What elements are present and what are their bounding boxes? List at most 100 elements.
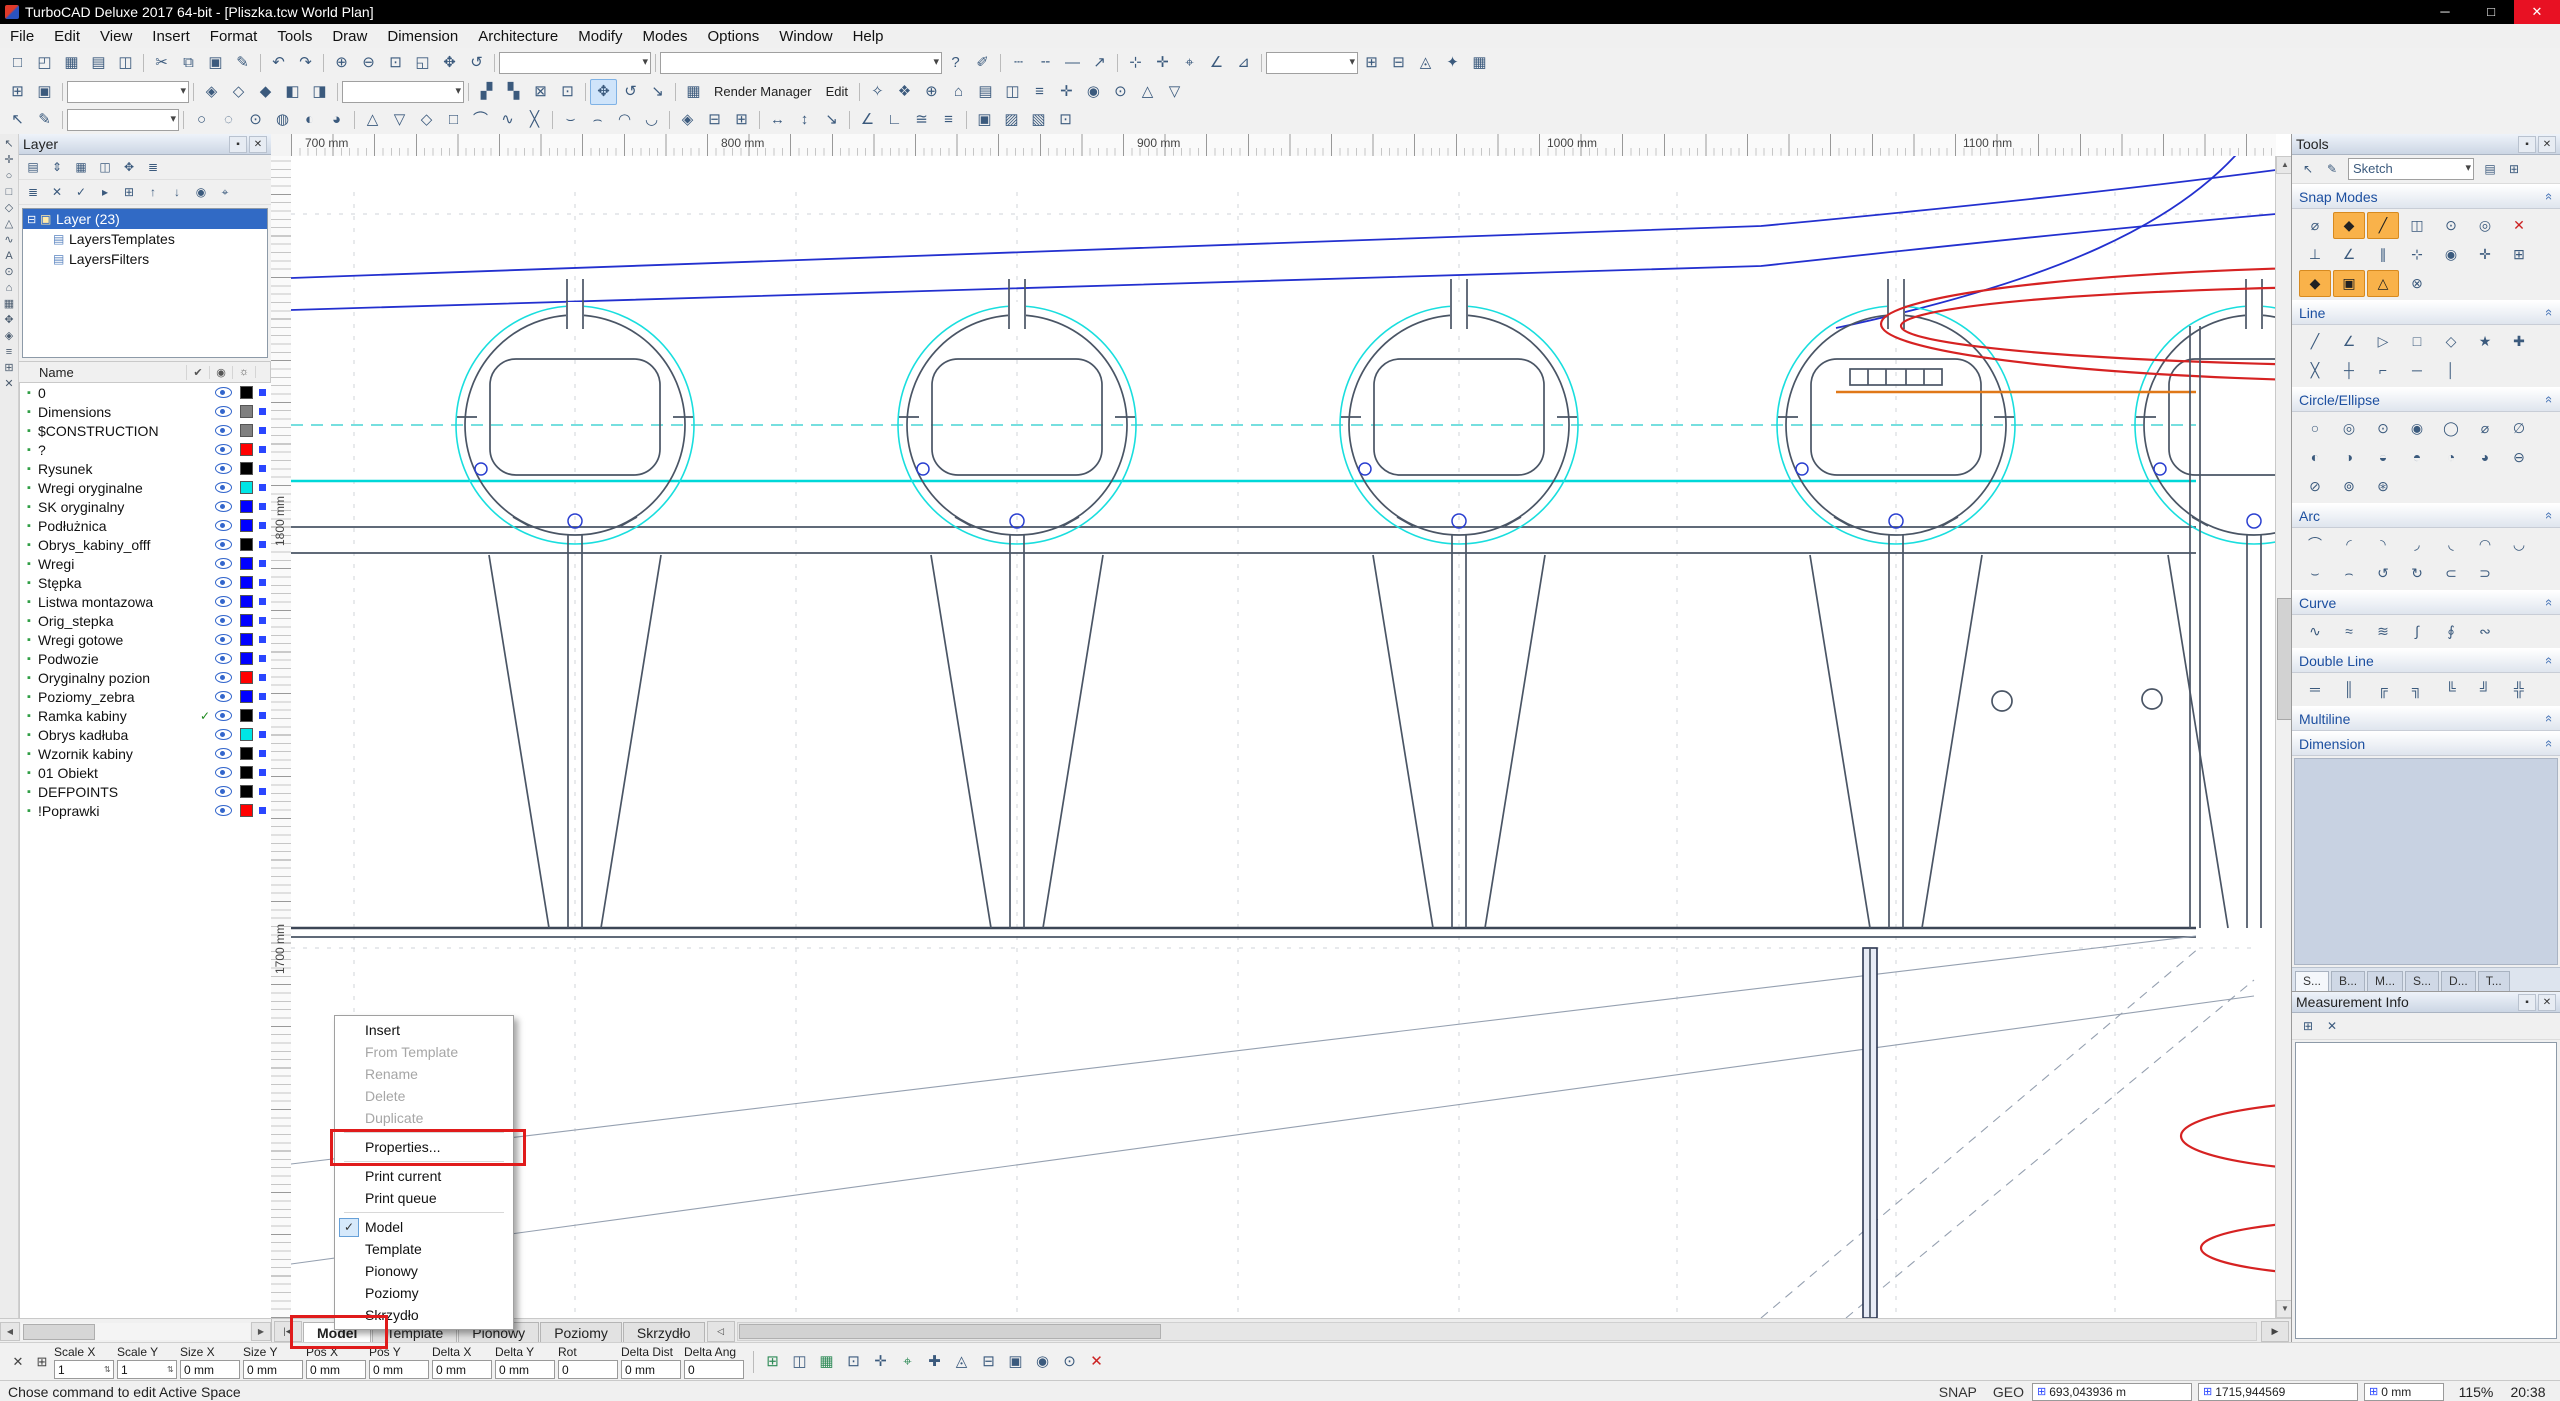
layer-row[interactable]: ▪ 0: [20, 383, 271, 402]
eye-icon[interactable]: [215, 786, 232, 797]
double-corner2-tool-icon[interactable]: ╗: [2401, 676, 2433, 703]
subtract-icon[interactable]: ⊟: [701, 107, 728, 133]
layer-row[interactable]: ▪ Podłużnica: [20, 516, 271, 535]
eye-icon[interactable]: [215, 634, 232, 645]
v-line-tool-icon[interactable]: │: [2435, 357, 2467, 384]
frame-snap-icon[interactable]: ▣: [2333, 270, 2365, 297]
palette-tab-drafting[interactable]: D...: [2441, 971, 2476, 991]
sheet-icon[interactable]: ▤: [972, 79, 999, 105]
expander-icon[interactable]: ⊟: [27, 213, 40, 226]
menu-item[interactable]: File: [0, 25, 44, 48]
midpoint-snap-icon[interactable]: ◫: [2401, 212, 2433, 239]
menu-item[interactable]: Draw: [322, 25, 377, 48]
dot-icon[interactable]: ⊙: [1056, 1349, 1083, 1375]
circle-icon[interactable]: ◉: [1029, 1349, 1056, 1375]
rotated-rect-tool-icon[interactable]: ◇: [2435, 328, 2467, 355]
context-menu-item[interactable]: Insert: [335, 1019, 513, 1041]
palette-icon[interactable]: ▤: [2478, 158, 2502, 180]
model-space-viewport[interactable]: [291, 156, 2276, 1318]
layer-color-swatch[interactable]: [240, 728, 253, 741]
grid-off-icon[interactable]: ⊟: [1385, 50, 1412, 76]
eye-icon[interactable]: [215, 558, 232, 569]
field-input[interactable]: 0 mm: [180, 1360, 240, 1379]
pattern2-icon[interactable]: ▚: [500, 79, 527, 105]
context-menu-item[interactable]: [335, 1209, 513, 1216]
chevron-up-icon[interactable]: «: [2542, 396, 2557, 403]
separator[interactable]: [319, 51, 328, 75]
h-line-tool-icon[interactable]: ─: [2401, 357, 2433, 384]
dock-move-icon[interactable]: ✥: [1, 312, 17, 328]
corner-line-tool-icon[interactable]: ⌐: [2367, 357, 2399, 384]
apex-snap-icon[interactable]: △: [2367, 270, 2399, 297]
snap-grid-icon[interactable]: ⊹: [1122, 50, 1149, 76]
edit-label[interactable]: Edit: [819, 79, 855, 105]
pen-color-combo[interactable]: [342, 81, 464, 103]
separator[interactable]: [58, 80, 67, 104]
scrollbar-track[interactable]: [21, 1323, 250, 1340]
separator[interactable]: [256, 51, 265, 75]
layer-color-swatch[interactable]: [240, 462, 253, 475]
coordinate-x-field[interactable]: ⊞ 693,043936 m: [2032, 1383, 2192, 1401]
select-arrow-icon[interactable]: ↖: [2296, 158, 2320, 180]
axis-line-tool-icon[interactable]: ┼: [2333, 357, 2365, 384]
print-icon[interactable]: ▤: [85, 50, 112, 76]
circle-tangent-tool-icon[interactable]: ◉: [2401, 415, 2433, 442]
grid-on-icon[interactable]: ⊞: [1358, 50, 1385, 76]
eye-icon[interactable]: [215, 539, 232, 550]
erase-icon[interactable]: ⊠: [527, 79, 554, 105]
target-icon[interactable]: ◉: [1080, 79, 1107, 105]
layer-row[interactable]: ▪ Wregi: [20, 554, 271, 573]
lower-arc-icon[interactable]: ◡: [638, 107, 665, 133]
eye-icon[interactable]: [215, 501, 232, 512]
ucs-icon[interactable]: ✛: [1053, 79, 1080, 105]
layer-color-swatch[interactable]: [240, 614, 253, 627]
separator[interactable]: [139, 51, 148, 75]
line-tool-icon[interactable]: ╱: [2299, 328, 2331, 355]
layer-color-swatch[interactable]: [240, 576, 253, 589]
layer-row[interactable]: ▪ Oryginalny pozion: [20, 668, 271, 687]
context-menu-item[interactable]: Delete: [335, 1085, 513, 1107]
measure-clear-icon[interactable]: ✕: [2320, 1015, 2344, 1037]
layer-row[interactable]: ▪ SK oryginalny: [20, 497, 271, 516]
zoom-out-icon[interactable]: ⊖: [355, 50, 382, 76]
collapse-icon[interactable]: ⊟: [975, 1349, 1002, 1375]
big-circle-tool-icon[interactable]: ◯: [2435, 415, 2467, 442]
rosette-tool-icon[interactable]: ⊛: [2367, 473, 2399, 500]
home-view-icon[interactable]: ⌂: [945, 79, 972, 105]
menu-item[interactable]: Modes: [632, 25, 697, 48]
palette-tab-tools[interactable]: T...: [2478, 971, 2510, 991]
pin-icon[interactable]: ▪: [2518, 994, 2536, 1011]
close-icon[interactable]: ✕: [2538, 136, 2556, 153]
delete-layer-icon[interactable]: ✕: [45, 181, 69, 203]
down-plane-icon[interactable]: ▽: [1161, 79, 1188, 105]
snap-toggle-icon[interactable]: ▦: [813, 1349, 840, 1375]
box-select-icon[interactable]: ⊡: [554, 79, 581, 105]
fill-icon[interactable]: ▣: [1002, 1349, 1029, 1375]
double-cross-tool-icon[interactable]: ╬: [2503, 676, 2535, 703]
ring-tool-icon[interactable]: ⊚: [2333, 473, 2365, 500]
column-header-eye-icon[interactable]: ◉: [210, 366, 233, 379]
pan-icon[interactable]: ✥: [436, 50, 463, 76]
context-menu-item[interactable]: Print queue: [335, 1187, 513, 1209]
double-line-tool-icon[interactable]: ═: [2299, 676, 2331, 703]
dock-point-icon[interactable]: ⊙: [1, 264, 17, 280]
polyline-tool-icon[interactable]: ∠: [2333, 328, 2365, 355]
separator[interactable]: [1113, 51, 1122, 75]
hatch-fill-icon[interactable]: ▨: [998, 107, 1025, 133]
layer-color-swatch[interactable]: [240, 424, 253, 437]
ellipse-tool-icon[interactable]: ◐: [2299, 444, 2331, 471]
dock-circle-icon[interactable]: ○: [1, 168, 17, 184]
cut-icon[interactable]: ✂: [148, 50, 175, 76]
render-manager-label[interactable]: Render Manager: [707, 79, 819, 105]
separator[interactable]: [755, 108, 764, 132]
dock-select-icon[interactable]: ↖: [1, 136, 17, 152]
chord-tool-icon[interactable]: ⊖: [2503, 444, 2535, 471]
maximize-button[interactable]: □: [2468, 0, 2514, 24]
eye-icon[interactable]: [215, 444, 232, 455]
sheet-tab[interactable]: Poziomy: [540, 1322, 622, 1343]
new-layer-icon[interactable]: ▤: [21, 156, 45, 178]
layer-active-check[interactable]: ✓: [195, 709, 215, 723]
paste-icon[interactable]: ▣: [202, 50, 229, 76]
eye-icon[interactable]: [215, 691, 232, 702]
plane-icon[interactable]: ◬: [948, 1349, 975, 1375]
